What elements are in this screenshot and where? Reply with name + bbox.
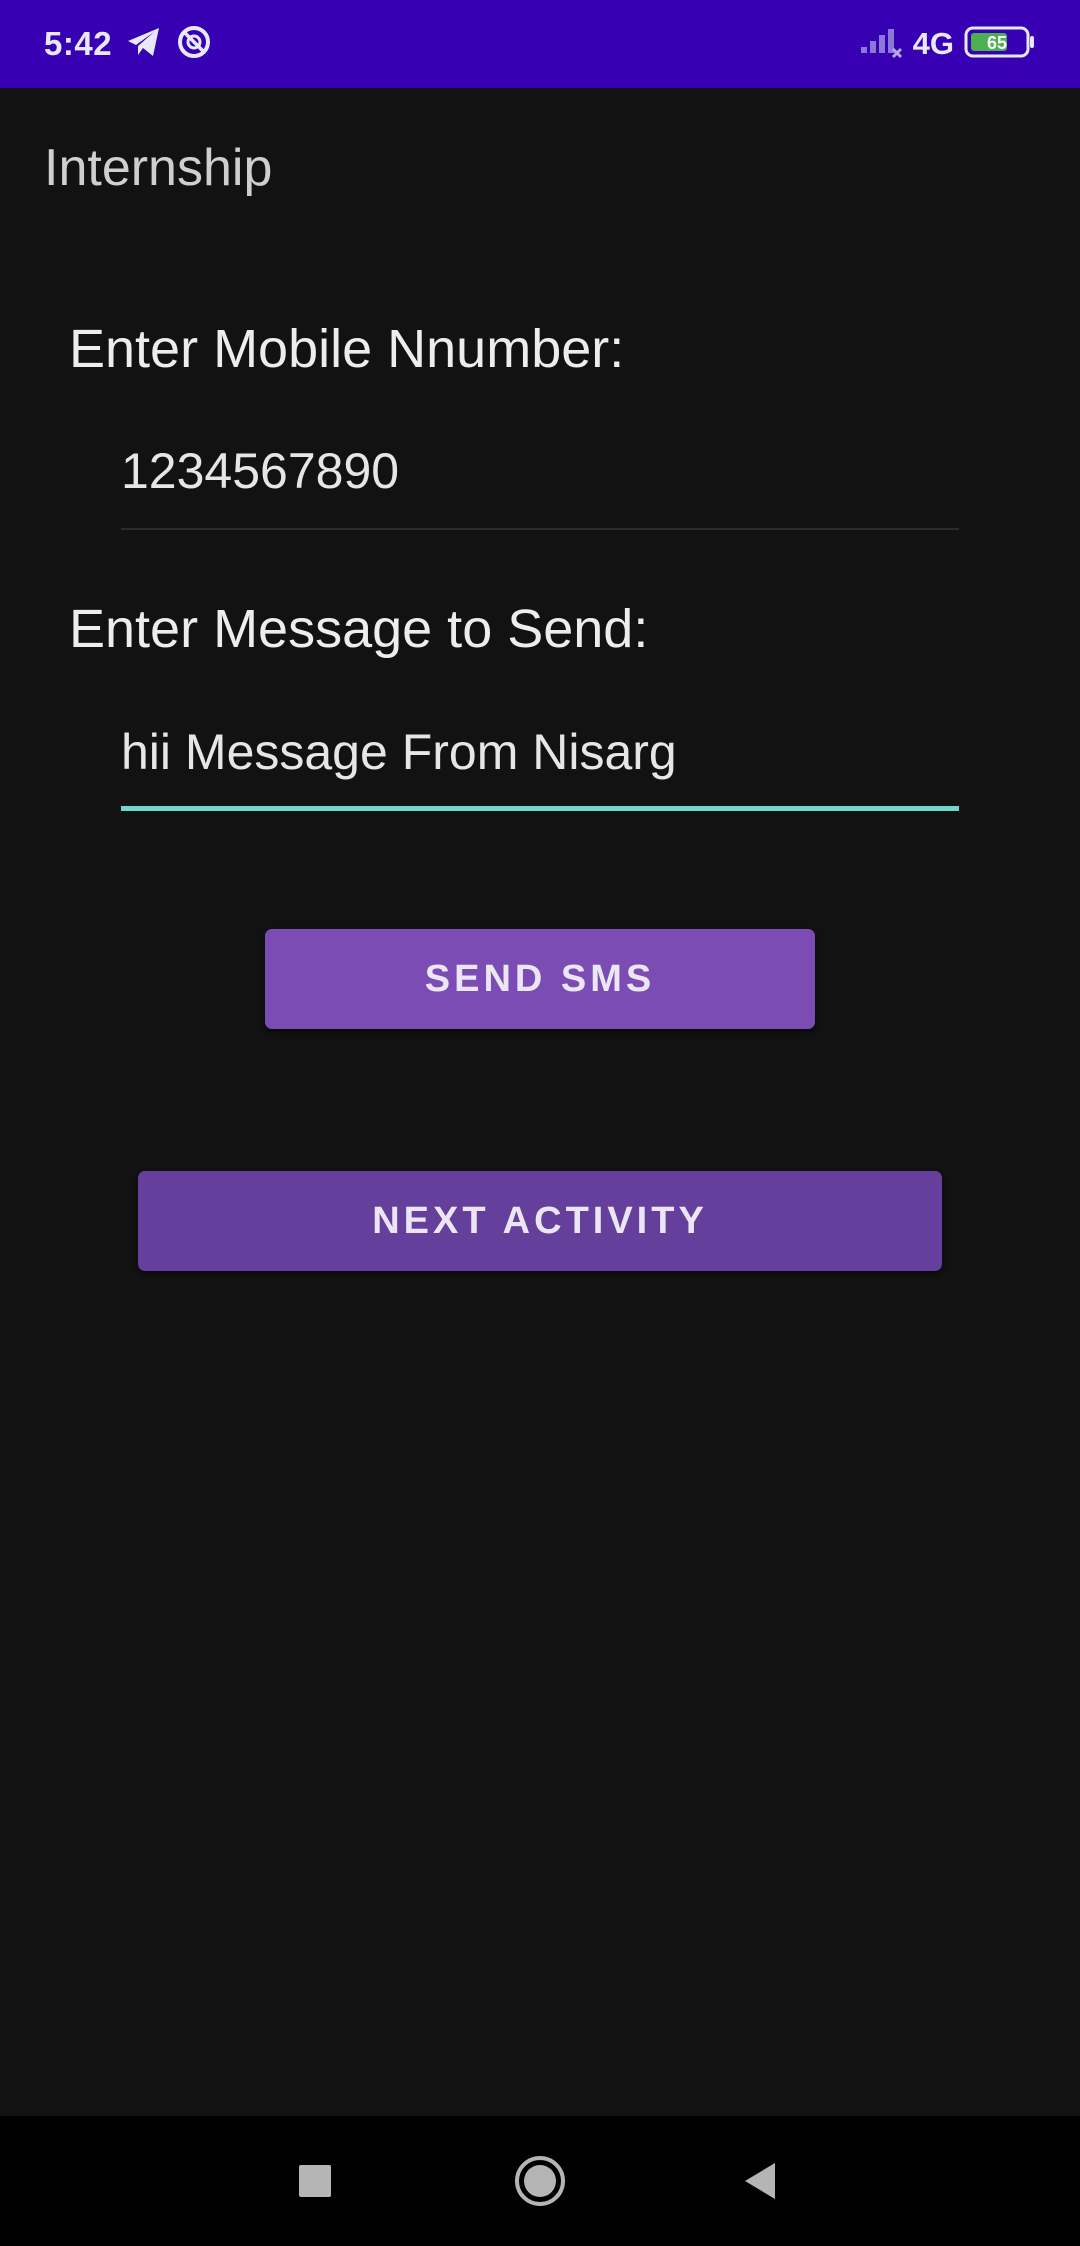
status-time: 5:42	[44, 25, 113, 62]
sync-icon	[176, 24, 212, 65]
send-sms-button[interactable]: SEND SMS	[265, 929, 815, 1029]
signal-icon	[859, 25, 903, 64]
message-label: Enter Message to Send:	[69, 599, 649, 659]
network-4g-icon: 4G	[913, 26, 954, 62]
next-activity-button[interactable]: NEXT ACTIVITY	[138, 1171, 942, 1271]
battery-level: 65	[987, 33, 1007, 53]
status-bar: 5:42 4G 65	[0, 0, 1080, 88]
telegram-icon	[126, 26, 162, 63]
home-circle-icon[interactable]	[500, 2116, 580, 2246]
message-input[interactable]: hii Message From Nisarg	[121, 711, 959, 811]
app-bar: Internship	[0, 88, 1080, 248]
navigation-bar	[0, 2116, 1080, 2246]
app-title: Internship	[44, 139, 273, 197]
recents-square-icon[interactable]	[275, 2116, 355, 2246]
mobile-number-label: Enter Mobile Nnumber:	[69, 319, 625, 379]
network-type-label: 4G	[912, 26, 954, 61]
back-triangle-icon[interactable]	[720, 2116, 800, 2246]
battery-icon: 65	[964, 25, 1036, 64]
mobile-number-input[interactable]: 1234567890	[121, 430, 959, 530]
